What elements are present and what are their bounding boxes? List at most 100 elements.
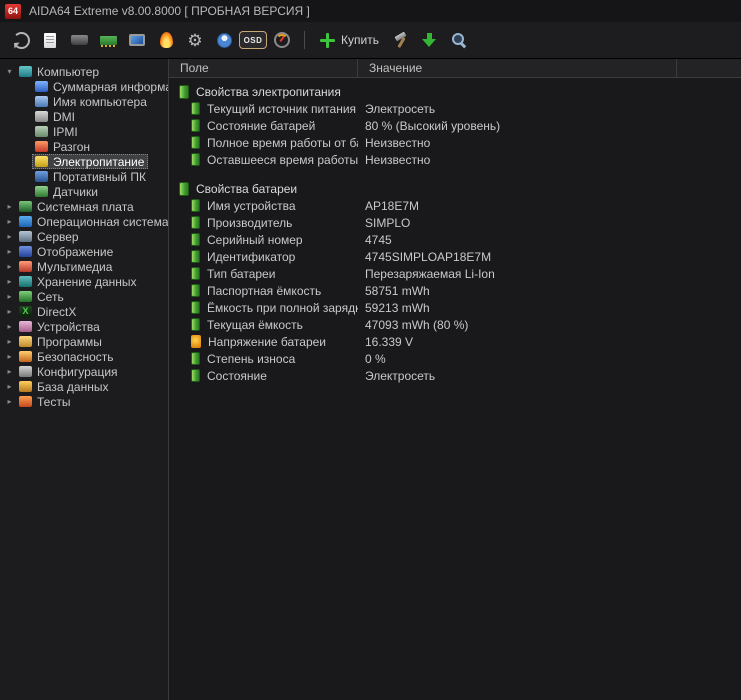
chevron-right-icon[interactable]: ▸	[3, 337, 16, 346]
field-cell: Свойства электропитания	[169, 84, 358, 99]
gauge-button[interactable]	[269, 26, 295, 54]
sidebar-item-label: Программы	[37, 334, 102, 349]
chevron-right-icon[interactable]: ▸	[3, 352, 16, 361]
section-header-row[interactable]: Свойства электропитания	[169, 83, 741, 100]
table-row[interactable]: Полное время работы от бата... Неизвестно	[169, 134, 741, 151]
chevron-right-icon[interactable]: ▸	[3, 277, 16, 286]
refresh-icon	[12, 31, 30, 49]
sidebar-item-label: Сервер	[37, 229, 79, 244]
sidebar-item-devices[interactable]: ▸ Устройства	[0, 319, 168, 334]
sidebar-item-security[interactable]: ▸ Безопасность	[0, 349, 168, 364]
sidebar-item-database[interactable]: ▸ База данных	[0, 379, 168, 394]
sidebar-item-multimedia[interactable]: ▸ Мультимедиа	[0, 259, 168, 274]
toolbar: OSD Купить	[0, 22, 741, 59]
config-icon	[19, 366, 32, 377]
value-cell: Электросеть	[365, 368, 436, 383]
osd-icon: OSD	[239, 31, 267, 49]
tree-item-hit-area: DMI	[32, 109, 79, 124]
directx-icon	[19, 306, 32, 317]
toolbar-separator	[304, 31, 305, 49]
table-row[interactable]: Текущий источник питания Электросеть	[169, 100, 741, 117]
buy-button[interactable]: Купить	[314, 26, 385, 54]
battery-icon	[191, 118, 200, 132]
monitor-button[interactable]	[124, 26, 150, 54]
download-button[interactable]	[417, 26, 443, 54]
chevron-right-icon[interactable]: ▸	[3, 232, 16, 241]
sidebar-item-ipmi[interactable]: IPMI	[0, 124, 168, 139]
sidebar-item-network[interactable]: ▸ Сеть	[0, 289, 168, 304]
sidebar-item-computer-name[interactable]: Имя компьютера	[0, 94, 168, 109]
sidebar-item-os[interactable]: ▸ Операционная система	[0, 214, 168, 229]
value-cell: 16.339 V	[365, 334, 414, 349]
chevron-right-icon[interactable]: ▸	[3, 292, 16, 301]
sidebar-item-computer[interactable]: ▾ Компьютер	[0, 64, 168, 79]
chevron-down-icon[interactable]: ▾	[3, 67, 16, 76]
chevron-right-icon[interactable]: ▸	[3, 382, 16, 391]
sidebar-item-power[interactable]: Электропитание	[0, 154, 168, 169]
fire-button[interactable]	[153, 26, 179, 54]
chevron-right-icon[interactable]: ▸	[3, 307, 16, 316]
table-row[interactable]: Оставшееся время работы от ... Неизвестно	[169, 151, 741, 168]
table-row[interactable]: Имя устройства AP18E7M	[169, 197, 741, 214]
table-row[interactable]: Состояние батарей 80 % (Высокий уровень)	[169, 117, 741, 134]
memory-button[interactable]	[95, 26, 121, 54]
sidebar-item-tests[interactable]: ▸ Тесты	[0, 394, 168, 409]
chevron-right-icon[interactable]: ▸	[3, 247, 16, 256]
chevron-right-icon[interactable]: ▸	[3, 322, 16, 331]
table-row[interactable]: Состояние Электросеть	[169, 367, 741, 384]
table-row[interactable]: Напряжение батареи 16.339 V	[169, 333, 741, 350]
buy-icon	[320, 32, 335, 48]
column-header-field[interactable]: Поле	[169, 59, 358, 77]
report-button[interactable]	[37, 26, 63, 54]
column-header-rest	[677, 59, 741, 77]
column-header-value[interactable]: Значение	[358, 59, 677, 77]
sidebar-item-mobile-pc[interactable]: Портативный ПК	[0, 169, 168, 184]
sidebar-item-overclock[interactable]: Разгон	[0, 139, 168, 154]
value-cell: 0 %	[365, 351, 386, 366]
sidebar-item-label: Мультимедиа	[37, 259, 113, 274]
table-row[interactable]: Серийный номер 4745	[169, 231, 741, 248]
sidebar-item-label: Датчики	[53, 184, 98, 199]
chevron-right-icon[interactable]: ▸	[3, 202, 16, 211]
hammer-button[interactable]	[388, 26, 414, 54]
search-button[interactable]	[446, 26, 472, 54]
user-button[interactable]	[211, 26, 237, 54]
sidebar-item-sensors[interactable]: Датчики	[0, 184, 168, 199]
sidebar-item-label: База данных	[37, 379, 109, 394]
osd-button[interactable]: OSD	[239, 26, 267, 54]
buy-label: Купить	[341, 33, 379, 47]
chevron-right-icon[interactable]: ▸	[3, 397, 16, 406]
sidebar-item-storage[interactable]: ▸ Хранение данных	[0, 274, 168, 289]
table-row[interactable]: Ёмкость при полной зарядке 59213 mWh	[169, 299, 741, 316]
battery-icon	[191, 215, 200, 229]
chassis-button[interactable]	[66, 26, 92, 54]
chevron-right-icon[interactable]: ▸	[3, 217, 16, 226]
battery-icon	[191, 351, 200, 365]
battery-icon	[191, 232, 200, 246]
tree-item-hit-area: Устройства	[16, 319, 104, 334]
battery-icon	[191, 249, 200, 263]
table-row[interactable]: Тип батареи Перезаряжаемая Li-Ion	[169, 265, 741, 282]
sidebar-item-server[interactable]: ▸ Сервер	[0, 229, 168, 244]
services-button[interactable]	[182, 26, 208, 54]
sidebar-item-config[interactable]: ▸ Конфигурация	[0, 364, 168, 379]
sidebar-item-label: Портативный ПК	[53, 169, 146, 184]
battery-icon	[191, 283, 200, 297]
sidebar-item-motherboard[interactable]: ▸ Системная плата	[0, 199, 168, 214]
table-row[interactable]: Производитель SIMPLO	[169, 214, 741, 231]
sidebar-item-programs[interactable]: ▸ Программы	[0, 334, 168, 349]
sidebar-item-dmi[interactable]: DMI	[0, 109, 168, 124]
refresh-button[interactable]	[8, 26, 34, 54]
chevron-right-icon[interactable]: ▸	[3, 262, 16, 271]
sidebar-item-summary[interactable]: Суммарная информация	[0, 79, 168, 94]
chevron-right-icon[interactable]: ▸	[3, 367, 16, 376]
table-row[interactable]: Идентификатор 4745SIMPLOAP18E7M	[169, 248, 741, 265]
table-row[interactable]: Степень износа 0 %	[169, 350, 741, 367]
table-row[interactable]: Паспортная ёмкость 58751 mWh	[169, 282, 741, 299]
sidebar-item-display[interactable]: ▸ Отображение	[0, 244, 168, 259]
sidebar-item-directx[interactable]: ▸ DirectX	[0, 304, 168, 319]
field-cell: Текущий источник питания	[169, 101, 358, 116]
table-row[interactable]: Текущая ёмкость 47093 mWh (80 %)	[169, 316, 741, 333]
section-header-row[interactable]: Свойства батареи	[169, 180, 741, 197]
